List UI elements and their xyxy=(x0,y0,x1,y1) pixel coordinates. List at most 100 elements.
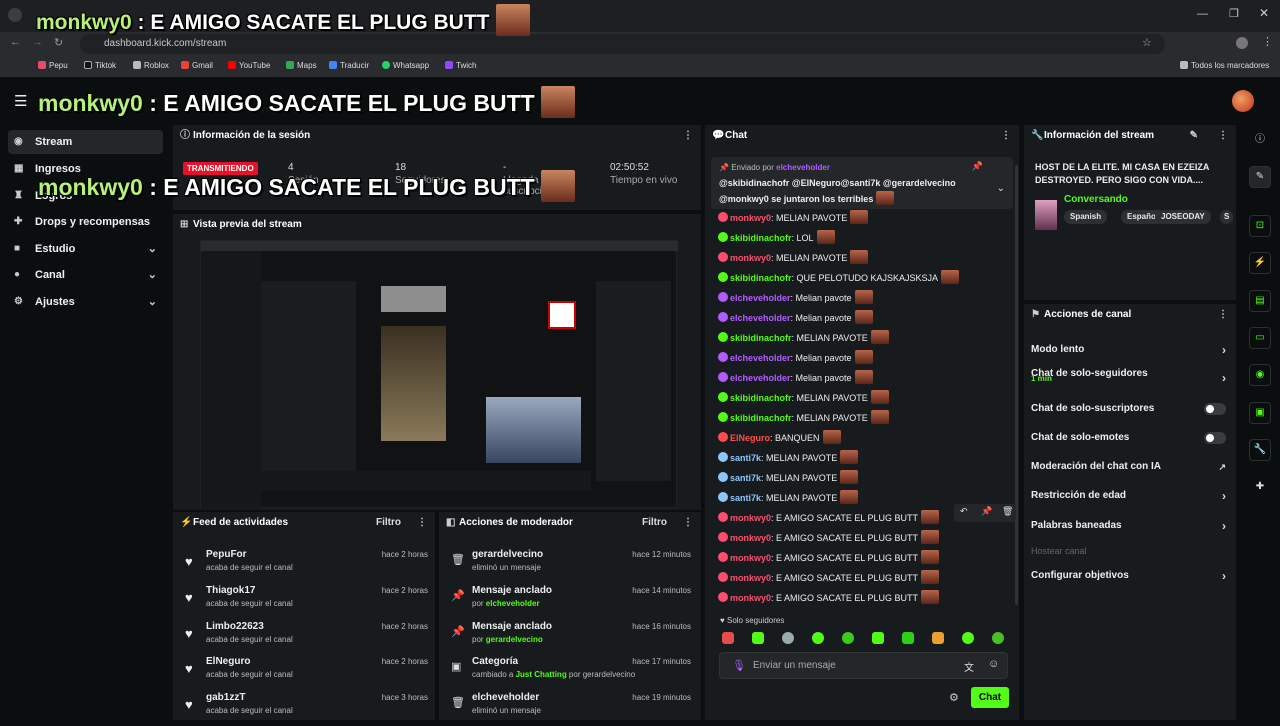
unpin-icon[interactable]: 📌 xyxy=(972,161,983,172)
layout-rail-icon[interactable]: ⊡ xyxy=(1249,215,1271,237)
action-banned-words[interactable]: Palabras baneadas › xyxy=(1031,515,1226,537)
emote-icon[interactable] xyxy=(842,632,854,644)
emote-icon[interactable] xyxy=(962,632,974,644)
chat-username[interactable]: skibidinachofr xyxy=(730,393,792,403)
more-options-icon[interactable]: ⋮ xyxy=(417,512,427,534)
chat-message[interactable]: monkwy0: MELIAN PAVOTE xyxy=(718,208,869,228)
emote-icon[interactable] xyxy=(722,632,734,644)
chat-message[interactable]: santi7k: MELIAN PAVOTE xyxy=(718,468,859,488)
action-ai-moderation[interactable]: Moderación del chat con IA ↗ xyxy=(1031,456,1226,478)
forward-icon[interactable]: → xyxy=(32,36,43,48)
chat-message[interactable]: skibidinachofr: QUE PELOTUDO KAJSKAJSKSJ… xyxy=(718,268,960,288)
chat-message[interactable]: skibidinachofr: MELIAN PAVOTE xyxy=(718,408,889,428)
chat-username[interactable]: skibidinachofr xyxy=(730,333,792,343)
bookmark-item[interactable]: YouTube xyxy=(228,61,270,70)
chat-username[interactable]: santi7k xyxy=(730,473,761,483)
sidebar-item-canal[interactable]: ● Canal ⌄ xyxy=(8,263,163,287)
action-subscribers-only[interactable]: Chat de solo-suscriptores xyxy=(1031,398,1226,420)
trash-icon[interactable]: 🗑 xyxy=(1002,506,1013,517)
browser-menu-icon[interactable]: ⋮ xyxy=(1262,35,1273,48)
more-options-icon[interactable]: ⋮ xyxy=(683,512,693,534)
chat-message[interactable]: monkwy0: MELIAN PAVOTE xyxy=(718,248,869,268)
chat-message[interactable]: elcheveholder: Melian pavote xyxy=(718,348,873,368)
bookmark-item[interactable]: Pepu xyxy=(38,61,68,70)
chat-message[interactable]: monkwy0: E AMIGO SACATE EL PLUG BUTT xyxy=(718,528,940,548)
hamburger-menu-icon[interactable]: ☰ xyxy=(14,92,27,110)
chat-message[interactable]: santi7k: MELIAN PAVOTE xyxy=(718,448,859,468)
chat-message[interactable]: monkwy0: E AMIGO SACATE EL PLUG BUTT xyxy=(718,568,940,588)
chat-message[interactable]: elcheveholder: Melian pavote xyxy=(718,288,873,308)
chat-username[interactable]: monkwy0 xyxy=(730,533,771,543)
reply-icon[interactable]: ↶ xyxy=(960,506,968,517)
chat-username[interactable]: skibidinachofr xyxy=(730,413,792,423)
translate-icon[interactable]: 文 xyxy=(964,659,974,674)
sidebar-item-drops[interactable]: ✚ Drops y recompensas xyxy=(8,210,163,234)
mod-rail-icon[interactable]: ▣ xyxy=(1249,402,1271,424)
emotes-only-toggle[interactable] xyxy=(1204,432,1226,444)
minimize-icon[interactable]: — xyxy=(1197,8,1208,20)
chat-input[interactable]: 🎙 Enviar un mensaje 文 ☺ xyxy=(719,652,1008,679)
microphone-icon[interactable]: 🎙 xyxy=(732,659,746,672)
tab-menu-icon[interactable] xyxy=(8,8,22,22)
action-configure-goals[interactable]: Configurar objetivos › xyxy=(1031,565,1226,587)
chat-username[interactable]: monkwy0 xyxy=(730,593,771,603)
send-chat-button[interactable]: Chat xyxy=(971,687,1009,708)
sidebar-item-stream[interactable]: ◉ Stream xyxy=(8,130,163,154)
action-age-restriction[interactable]: Restricción de edad › xyxy=(1031,485,1226,507)
more-options-icon[interactable]: ⋮ xyxy=(1218,304,1228,326)
chat-username[interactable]: monkwy0 xyxy=(730,553,771,563)
url-input[interactable]: dashboard.kick.com/stream xyxy=(80,34,1165,54)
chat-rail-icon[interactable]: ▭ xyxy=(1249,327,1271,349)
chat-username[interactable]: santi7k xyxy=(730,493,761,503)
maximize-icon[interactable]: ❐ xyxy=(1229,7,1239,20)
chat-message[interactable]: santi7k: MELIAN PAVOTE xyxy=(718,488,859,508)
emote-icon[interactable] xyxy=(902,632,914,644)
emoji-icon[interactable]: ☺ xyxy=(988,658,999,670)
bookmark-item[interactable]: Whatsapp xyxy=(382,61,429,70)
back-icon[interactable]: ← xyxy=(10,36,21,48)
chat-username[interactable]: monkwy0 xyxy=(730,513,771,523)
emote-icon[interactable] xyxy=(752,632,764,644)
action-slow-mode[interactable]: Modo lento › xyxy=(1031,339,1226,361)
chat-message[interactable]: skibidinachofr: LOL xyxy=(718,228,835,248)
emote-icon[interactable] xyxy=(992,632,1004,644)
pinned-message[interactable]: 📌 Enviado por elcheveholder @skibidinach… xyxy=(711,157,1013,209)
action-emotes-only[interactable]: Chat de solo-emotes xyxy=(1031,427,1226,449)
chat-username[interactable]: ElNeguro xyxy=(730,433,770,443)
subscribers-only-toggle[interactable] xyxy=(1204,403,1226,415)
chat-username[interactable]: elcheveholder xyxy=(730,313,791,323)
action-followers-only[interactable]: Chat de solo-seguidores 1 min › xyxy=(1031,363,1226,393)
info-rail-icon[interactable]: ⓘ xyxy=(1249,130,1271,152)
emote-icon[interactable] xyxy=(932,632,944,644)
pin-icon[interactable]: 📌 xyxy=(981,506,992,517)
more-options-icon[interactable]: ⋮ xyxy=(683,125,693,147)
chat-username[interactable]: elcheveholder xyxy=(730,373,791,383)
chat-message[interactable]: monkwy0: E AMIGO SACATE EL PLUG BUTT xyxy=(718,588,940,608)
edit-pencil-icon[interactable]: ✎ xyxy=(1190,125,1198,147)
chat-username[interactable]: skibidinachofr xyxy=(730,233,792,243)
chat-username[interactable]: elcheveholder xyxy=(730,353,791,363)
more-options-icon[interactable]: ⋮ xyxy=(1218,125,1228,147)
bookmark-star-icon[interactable]: ☆ xyxy=(1142,36,1152,49)
close-window-icon[interactable]: ✕ xyxy=(1259,6,1269,20)
tools-rail-icon[interactable]: 🔧 xyxy=(1249,439,1271,461)
chat-message[interactable]: elcheveholder: Melian pavote xyxy=(718,308,873,328)
emote-icon[interactable] xyxy=(812,632,824,644)
chat-message[interactable]: skibidinachofr: MELIAN PAVOTE xyxy=(718,328,889,348)
list-rail-icon[interactable]: ▤ xyxy=(1249,290,1271,312)
bookmark-item[interactable]: Traducir xyxy=(329,61,369,70)
stream-preview-video[interactable] xyxy=(200,240,678,509)
add-widget-icon[interactable]: ✚ xyxy=(1249,477,1271,499)
sidebar-item-ajustes[interactable]: ⚙ Ajustes ⌄ xyxy=(8,290,163,314)
bookmark-item[interactable]: Roblox xyxy=(133,61,169,70)
chat-message[interactable]: skibidinachofr: MELIAN PAVOTE xyxy=(718,388,889,408)
filter-button[interactable]: Filtro xyxy=(642,512,667,534)
bolt-rail-icon[interactable]: ⚡ xyxy=(1249,252,1271,274)
chat-message[interactable]: monkwy0: E AMIGO SACATE EL PLUG BUTT xyxy=(718,508,940,528)
more-options-icon[interactable]: ⋮ xyxy=(1001,125,1011,147)
chat-scrollbar[interactable] xyxy=(1015,165,1018,605)
emote-icon[interactable] xyxy=(782,632,794,644)
chat-username[interactable]: elcheveholder xyxy=(730,293,791,303)
chat-username[interactable]: monkwy0 xyxy=(730,213,771,223)
chat-message[interactable]: ElNeguro: BANQUEN xyxy=(718,428,841,448)
